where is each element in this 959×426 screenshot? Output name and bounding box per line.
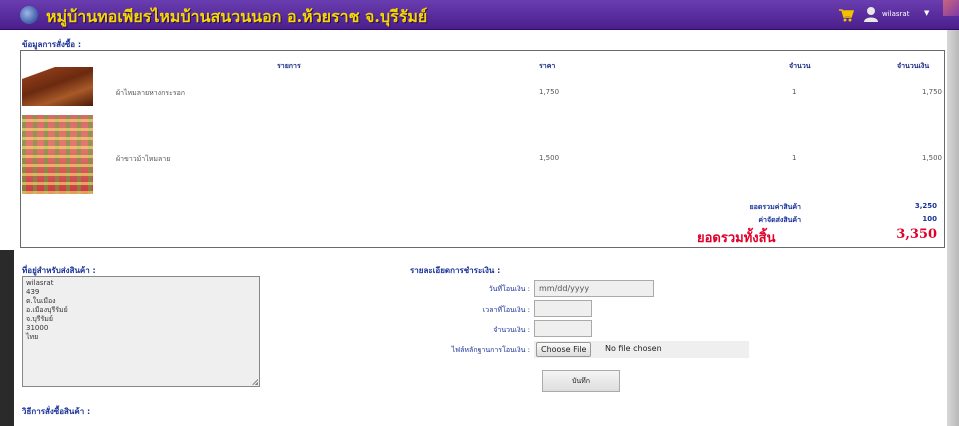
row-2-qty: 1 xyxy=(792,154,797,162)
row-1-qty: 1 xyxy=(792,88,797,96)
address-line: 31000 xyxy=(26,324,49,332)
order-table: รายการ ราคา จำนวน จำนวนเงิน ผ้าไหมลายหาง… xyxy=(20,50,945,248)
column-header-item: รายการ xyxy=(277,62,301,70)
save-button[interactable]: บันทึก xyxy=(542,370,620,392)
address-line: อ.เมืองบุรีรัมย์ xyxy=(26,306,68,314)
row-1-price: 1,750 xyxy=(539,88,560,96)
column-header-qty: จำนวน xyxy=(789,62,811,70)
shipping-fee-value: 100 xyxy=(922,215,937,223)
subtotal-label: ยอดรวมค่าสินค้า xyxy=(749,203,801,211)
column-header-total: จำนวนเงิน xyxy=(897,62,930,70)
corner-decoration xyxy=(943,0,959,16)
cart-icon[interactable] xyxy=(838,8,854,22)
globe-logo-icon xyxy=(20,6,38,24)
row-1-name: ผ้าไหมลายหางกระรอก xyxy=(116,89,186,97)
column-header-price: ราคา xyxy=(539,62,556,70)
transfer-time-input[interactable] xyxy=(534,300,592,317)
user-menu-name[interactable]: wilasrat xyxy=(882,10,909,18)
shipping-address-textarea[interactable]: wilasrat 439 ต.ในเมือง อ.เมืองบุรีรัมย์ … xyxy=(22,276,260,387)
scrollbar[interactable] xyxy=(947,30,959,426)
grand-total-value: 3,350 xyxy=(896,227,937,242)
window-edge-left xyxy=(0,250,14,426)
transfer-amount-label: จำนวนเงิน : xyxy=(493,326,530,334)
address-line: ต.ในเมือง xyxy=(26,297,56,305)
site-title: หมู่บ้านทอเพียรไหมบ้านสนวนนอก อ.ห้วยราช … xyxy=(46,7,428,26)
product-thumbnail[interactable] xyxy=(22,67,93,106)
product-thumbnail[interactable] xyxy=(22,115,93,194)
file-status-text: No file chosen xyxy=(605,344,662,353)
transfer-date-input[interactable]: mm/dd/yyyy xyxy=(534,280,654,297)
transfer-slip-label: ไฟล์หลักฐานการโอนเงิน : xyxy=(451,346,530,354)
row-2-name: ผ้าขาวม้าไหมลาย xyxy=(116,155,171,163)
address-line: wilasrat xyxy=(26,279,54,287)
address-line: 439 xyxy=(26,288,40,296)
choose-file-button[interactable]: Choose File xyxy=(536,342,592,357)
transfer-amount-input[interactable] xyxy=(534,320,592,337)
grand-total-label: ยอดรวมทั้งสิ้น xyxy=(697,231,776,246)
transfer-time-label: เวลาที่โอนเงิน : xyxy=(482,306,530,314)
row-2-total: 1,500 xyxy=(921,154,942,162)
row-1-total: 1,750 xyxy=(921,88,942,96)
payment-section-label: รายละเอียดการชำระเงิน : xyxy=(410,266,501,275)
transfer-slip-file-input[interactable]: Choose File No file chosen xyxy=(534,341,749,358)
address-line: จ.บุรีรัมย์ xyxy=(26,315,54,323)
resize-handle-icon[interactable] xyxy=(252,379,258,385)
row-2-price: 1,500 xyxy=(539,154,560,162)
user-menu-caret-icon[interactable]: ▼ xyxy=(924,9,929,17)
subtotal-value: 3,250 xyxy=(914,202,937,210)
transfer-date-label: วันที่โอนเงิน : xyxy=(488,285,530,293)
order-method-label: วิธีการสั่งซื้อสินค้า : xyxy=(22,407,91,416)
address-line: ไทย xyxy=(26,333,39,341)
header-bar: หมู่บ้านทอเพียรไหมบ้านสนวนนอก อ.ห้วยราช … xyxy=(0,0,959,30)
user-icon[interactable] xyxy=(864,6,878,22)
shipping-fee-label: ค่าจัดส่งสินค้า xyxy=(758,216,801,224)
